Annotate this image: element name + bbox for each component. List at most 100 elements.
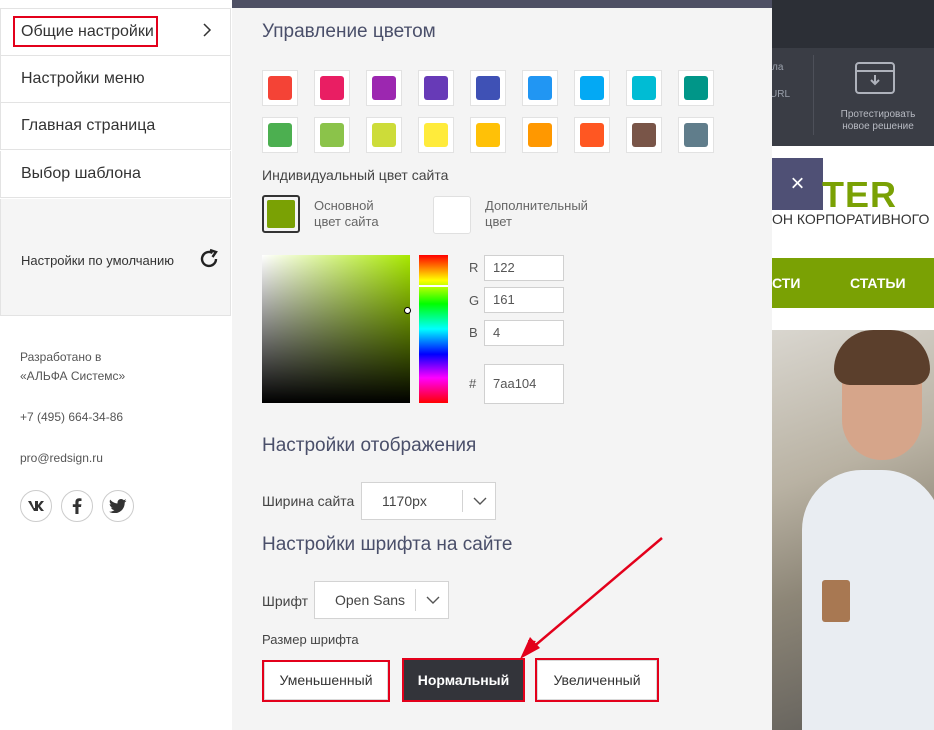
color-swatch-fill: [684, 76, 708, 100]
color-swatch[interactable]: [522, 117, 558, 153]
color-swatch[interactable]: [574, 70, 610, 106]
refresh-icon[interactable]: [197, 247, 221, 271]
close-button[interactable]: ×: [772, 158, 823, 210]
color-swatch[interactable]: [678, 70, 714, 106]
chevron-right-icon: [202, 23, 212, 42]
hero-photo: [772, 330, 934, 730]
hex-input[interactable]: 7aa104: [484, 364, 564, 404]
saturation-picker[interactable]: [262, 255, 410, 403]
test-solution-icon[interactable]: [855, 62, 895, 94]
vk-icon[interactable]: [20, 490, 52, 522]
site-logo-text: TER: [822, 174, 897, 215]
r-label: R: [469, 260, 479, 275]
color-swatch-fill: [632, 123, 656, 147]
color-swatch-fill: [268, 123, 292, 147]
site-nav-item[interactable]: СТИ: [772, 275, 800, 291]
font-section-title: Настройки шрифта на сайте: [262, 534, 513, 555]
color-swatch[interactable]: [314, 117, 350, 153]
twitter-icon[interactable]: [102, 490, 134, 522]
g-input[interactable]: 161: [484, 287, 564, 313]
color-swatch-fill: [528, 76, 552, 100]
menu-item-label: Главная страница: [21, 117, 156, 134]
menu-item-label: Настройки меню: [21, 70, 145, 87]
color-swatch[interactable]: [366, 117, 402, 153]
primary-color-label: Основной цвет сайта: [314, 198, 379, 230]
color-swatch[interactable]: [626, 117, 662, 153]
color-swatch[interactable]: [470, 117, 506, 153]
reset-defaults[interactable]: Настройки по умолчанию: [0, 199, 231, 316]
site-preview: ла URL Протестировать новое решение × TE…: [772, 0, 934, 730]
settings-menu: Общие настройки Настройки меню Главная с…: [0, 0, 232, 730]
display-section-title: Настройки отображения: [262, 435, 477, 456]
hue-slider-handle[interactable]: [419, 285, 448, 287]
admin-bar-divider: [813, 55, 814, 135]
select-divider: [415, 589, 416, 611]
color-swatch[interactable]: [314, 70, 350, 106]
color-swatch-fill: [372, 76, 396, 100]
menu-item-general-settings[interactable]: Общие настройки: [0, 8, 231, 56]
color-swatch[interactable]: [366, 70, 402, 106]
site-width-select[interactable]: 1170px: [361, 482, 496, 520]
color-swatch[interactable]: [262, 70, 298, 106]
site-width-value: 1170px: [382, 493, 427, 509]
color-swatch[interactable]: [262, 117, 298, 153]
custom-color-title: Индивидуальный цвет сайта: [262, 167, 449, 183]
font-size-normal-button[interactable]: Нормальный: [404, 660, 523, 700]
developer-company[interactable]: «АЛЬФА Системс»: [20, 367, 125, 386]
facebook-icon[interactable]: [61, 490, 93, 522]
admin-bar-strip: [772, 0, 934, 48]
secondary-color-button[interactable]: [433, 196, 471, 234]
font-size-small-button[interactable]: Уменьшенный: [264, 660, 388, 700]
site-tagline: ОН КОРПОРАТИВНОГО: [772, 211, 930, 227]
site-admin-bar: ла URL Протестировать новое решение: [772, 0, 934, 146]
color-swatch-fill: [476, 123, 500, 147]
photo-cup: [822, 580, 850, 622]
admin-bar-text: ла: [772, 62, 784, 73]
panel-top-bar: [232, 0, 772, 8]
b-input[interactable]: 4: [484, 320, 564, 346]
secondary-color-label: Дополнительный цвет: [485, 198, 588, 230]
site-width-label: Ширина сайта: [262, 493, 355, 509]
site-nav-item-articles[interactable]: СТАТЬИ: [850, 275, 906, 291]
photo-hair: [834, 330, 930, 385]
color-swatch[interactable]: [678, 117, 714, 153]
hex-label: #: [469, 376, 477, 391]
hue-slider[interactable]: [419, 255, 448, 403]
color-swatch-fill: [320, 76, 344, 100]
email-link[interactable]: pro@redsign.ru: [20, 449, 103, 468]
color-swatch-fill: [320, 123, 344, 147]
color-swatch[interactable]: [522, 70, 558, 106]
color-swatch-fill: [580, 123, 604, 147]
developer-info: Разработано в «АЛЬФА Системс»: [20, 348, 125, 386]
r-input[interactable]: 122: [484, 255, 564, 281]
color-swatch[interactable]: [626, 70, 662, 106]
chevron-down-icon: [470, 491, 490, 511]
developer-line: Разработано в: [20, 350, 102, 364]
primary-color-label-line1: Основной: [314, 198, 374, 213]
color-swatch[interactable]: [418, 70, 454, 106]
g-label: G: [469, 293, 480, 308]
secondary-color-label-line2: цвет: [485, 214, 512, 229]
chevron-down-icon: [423, 590, 443, 610]
color-swatch-fill: [424, 123, 448, 147]
color-swatch-fill: [580, 76, 604, 100]
color-swatch[interactable]: [418, 117, 454, 153]
primary-color-button[interactable]: [262, 195, 300, 233]
menu-item-menu-settings[interactable]: Настройки меню: [0, 56, 231, 103]
color-swatch-fill: [372, 123, 396, 147]
phone: +7 (495) 664-34-86: [20, 410, 124, 424]
color-swatch-fill: [684, 123, 708, 147]
primary-color-label-line2: цвет сайта: [314, 214, 379, 229]
color-swatch[interactable]: [470, 70, 506, 106]
picker-handle[interactable]: [404, 307, 411, 314]
font-select[interactable]: Open Sans: [314, 581, 449, 619]
color-swatch-fill: [424, 76, 448, 100]
test-solution-label[interactable]: Протестировать новое решение: [828, 109, 928, 133]
font-size-large-button[interactable]: Увеличенный: [537, 660, 657, 700]
color-swatch-fill: [476, 76, 500, 100]
color-swatch[interactable]: [574, 117, 610, 153]
menu-item-label: Выбор шаблона: [21, 165, 141, 182]
menu-item-template-choice[interactable]: Выбор шаблона: [0, 151, 231, 198]
menu-item-main-page[interactable]: Главная страница: [0, 103, 231, 150]
primary-color-preview: [267, 200, 295, 228]
